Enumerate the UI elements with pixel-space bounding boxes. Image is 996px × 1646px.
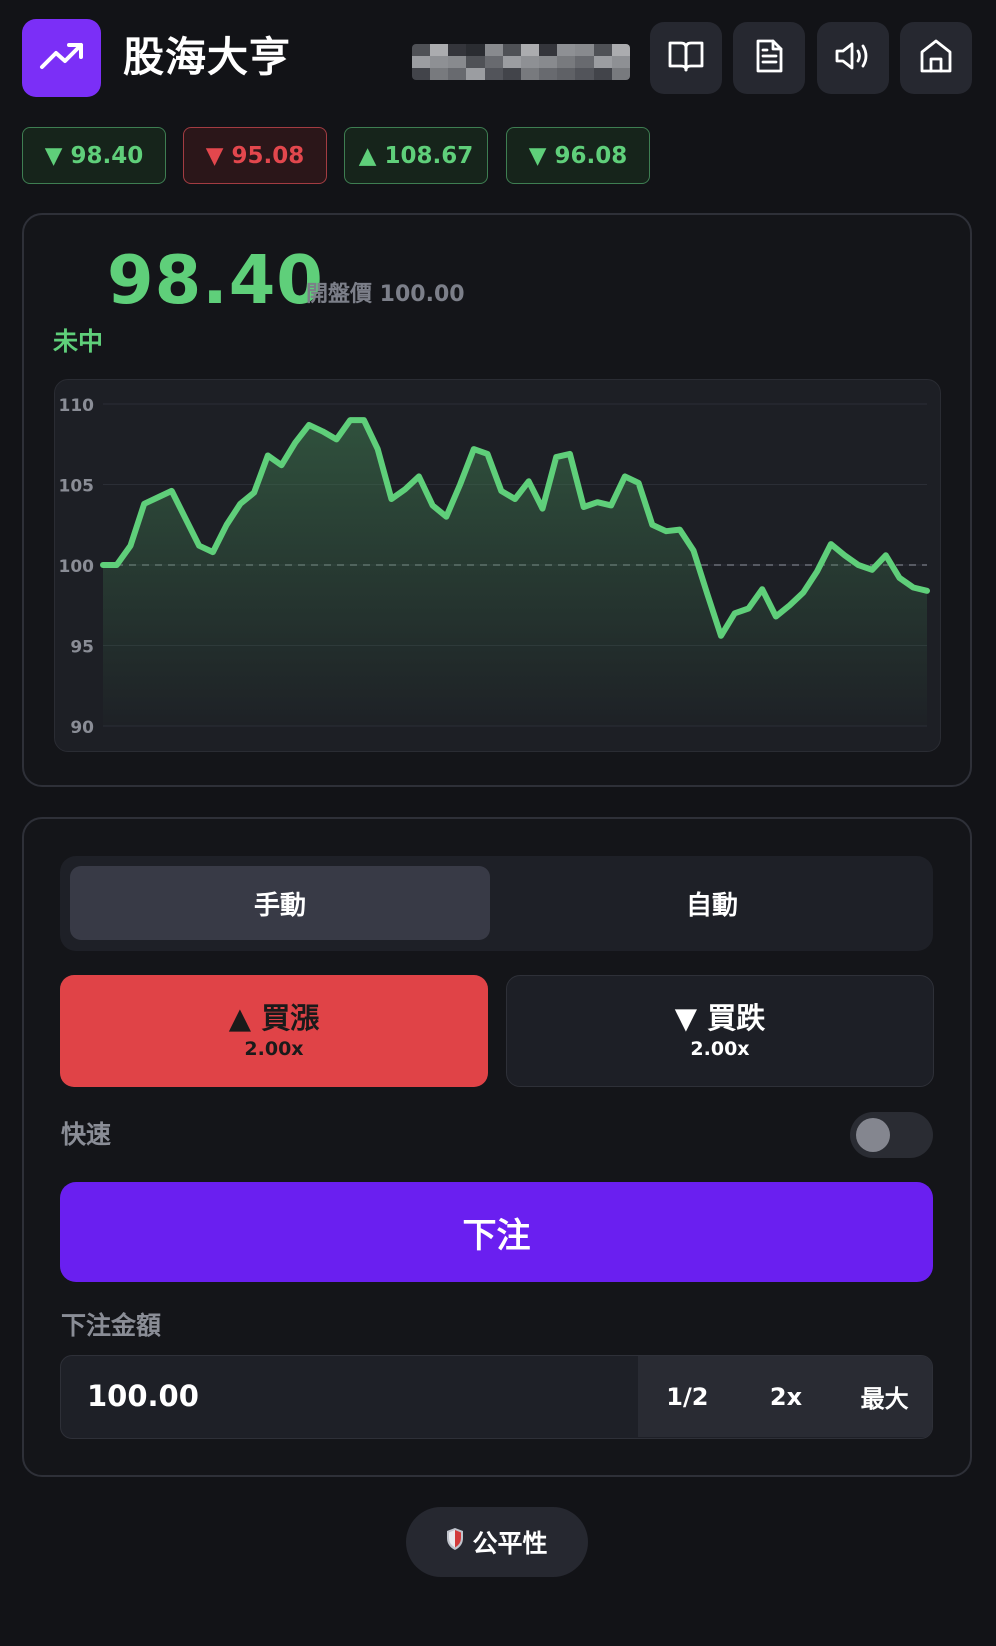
toggle-knob (856, 1118, 890, 1152)
bet-amount-label: 下注金額 (61, 1311, 162, 1340)
y-tick-label: 90 (70, 718, 94, 738)
fairness-label: 公平性 (472, 1529, 548, 1558)
open-price-label: 開盤價 100.00 (306, 282, 465, 307)
mode-tabs: 手動 自動 (60, 856, 933, 951)
half-amount-button[interactable]: 1/2 (638, 1356, 737, 1437)
username-blurred (412, 44, 630, 80)
bet-up-multiplier: 2.00x (244, 1038, 304, 1060)
max-amount-button[interactable]: 最大 (835, 1356, 932, 1437)
double-amount-button[interactable]: 2x (737, 1356, 836, 1437)
history-chip: ▲ 108.67 (344, 127, 488, 184)
history-chip: ▼ 96.08 (506, 127, 650, 184)
bet-down-button[interactable]: ▼ 買跌 2.00x (506, 975, 934, 1087)
fairness-button[interactable]: 公平性 (406, 1507, 588, 1577)
book-icon (667, 39, 705, 77)
app-logo (22, 19, 101, 97)
sound-button[interactable] (817, 22, 889, 94)
y-tick-label: 105 (59, 477, 95, 497)
fast-mode-toggle[interactable] (850, 1112, 933, 1158)
home-icon (919, 38, 953, 78)
document-icon (754, 38, 784, 78)
bet-up-label: ▲ 買漲 (228, 1001, 320, 1035)
history-chip: ▼ 98.40 (22, 127, 166, 184)
y-tick-label: 95 (70, 638, 94, 658)
tab-manual[interactable]: 手動 (70, 866, 490, 940)
volume-icon (834, 40, 872, 76)
shield-icon (446, 1527, 464, 1557)
bet-down-multiplier: 2.00x (690, 1038, 750, 1060)
y-tick-label: 100 (59, 557, 95, 577)
bet-down-label: ▼ 買跌 (674, 1001, 766, 1035)
fast-mode-label: 快速 (61, 1120, 112, 1149)
place-bet-button[interactable]: 下注 (60, 1182, 933, 1282)
history-button[interactable] (733, 22, 805, 94)
app-title: 股海大亨 (123, 33, 291, 81)
history-chip: ▼ 95.08 (183, 127, 327, 184)
y-tick-label: 110 (59, 396, 95, 416)
bet-amount-field: 100.00 1/2 2x 最大 (60, 1355, 933, 1439)
tab-auto[interactable]: 自動 (502, 866, 922, 940)
rules-button[interactable] (650, 22, 722, 94)
amount-quick-buttons: 1/2 2x 最大 (638, 1356, 932, 1437)
price-chart-svg: 110 105 100 95 90 (59, 396, 930, 738)
trending-up-icon (39, 41, 85, 75)
current-price: 98.40 (107, 241, 324, 319)
price-area (103, 420, 927, 726)
home-button[interactable] (900, 22, 972, 94)
bet-up-button[interactable]: ▲ 買漲 2.00x (60, 975, 488, 1087)
price-chart: 110 105 100 95 90 (54, 379, 941, 752)
round-status: 未中 (53, 327, 104, 356)
bet-amount-input[interactable]: 100.00 (87, 1356, 199, 1437)
